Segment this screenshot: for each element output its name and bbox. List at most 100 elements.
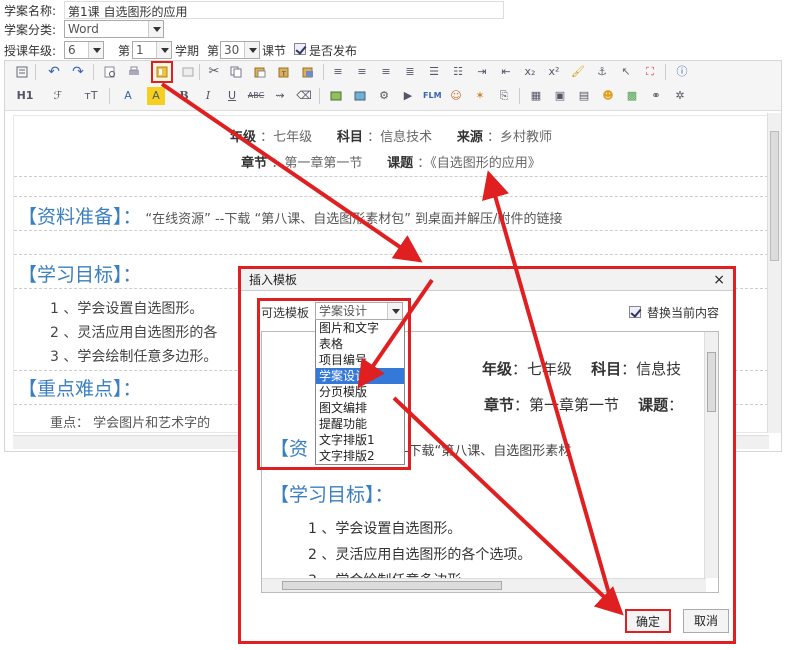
name-input[interactable]: 第1课 自选图形的应用: [64, 1, 504, 19]
select-all-icon[interactable]: ↖: [617, 63, 635, 81]
doc-grade-key: 年级: [229, 130, 256, 145]
cancel-button[interactable]: 取消: [683, 609, 729, 633]
highlight-button[interactable]: A: [147, 87, 165, 105]
bold-button[interactable]: B: [175, 87, 193, 105]
align-left-icon[interactable]: ≡: [329, 63, 347, 81]
source-code-icon[interactable]: [13, 63, 31, 81]
image-icon[interactable]: [327, 87, 345, 105]
close-icon[interactable]: ×: [713, 269, 725, 291]
paste-text-icon[interactable]: T: [275, 63, 293, 81]
paste-icon[interactable]: [251, 63, 269, 81]
format-brush-icon[interactable]: 🖌: [569, 63, 587, 81]
fullscreen-icon[interactable]: ⛶: [641, 63, 659, 81]
publish-checkbox[interactable]: [294, 43, 306, 55]
cut-icon[interactable]: ✂: [205, 63, 223, 81]
align-right-icon[interactable]: ≡: [377, 63, 395, 81]
code-icon[interactable]: [179, 63, 197, 81]
subscript-icon[interactable]: x₂: [521, 63, 539, 81]
preview-topic-key: 课题: [638, 396, 669, 414]
preview-vertical-scrollbar[interactable]: [704, 332, 718, 578]
preview-subject-val: ：信息技: [621, 360, 682, 378]
smiley-icon[interactable]: ☻: [599, 87, 617, 105]
indent-icon[interactable]: ⇥: [473, 63, 491, 81]
toolbar-row-2: H1 ℱ тT A A B I U ABC ⇝ ⌫ ⚙ ▶ FLM ☺ ✶ ⎘ …: [9, 85, 779, 107]
preview-goal-heading: 【学习目标】：: [270, 484, 394, 506]
insert-template-icon[interactable]: [151, 61, 173, 83]
scrawl-icon[interactable]: ✶: [471, 87, 489, 105]
chevron-down-icon: [148, 21, 163, 37]
category-row: 学案分类:: [4, 19, 56, 39]
table-icon[interactable]: ▦: [527, 87, 545, 105]
special-char-icon[interactable]: ▤: [575, 87, 593, 105]
lesson-select[interactable]: 30: [220, 41, 260, 59]
doc-goal-heading: 【学习目标】：: [18, 264, 142, 286]
template-option[interactable]: 项目编号: [316, 352, 404, 368]
align-center-icon[interactable]: ≡: [353, 63, 371, 81]
dialog-title: 插入模板: [249, 273, 298, 287]
doc-source-key: 来源: [456, 130, 483, 145]
template-option[interactable]: 文字排版1: [316, 432, 404, 448]
video-icon[interactable]: ▶: [399, 87, 417, 105]
print-icon[interactable]: [125, 63, 143, 81]
redo-icon[interactable]: ↷: [69, 63, 87, 81]
confirm-button[interactable]: 确定: [625, 609, 671, 633]
background-icon[interactable]: ▩: [623, 87, 641, 105]
italic-button[interactable]: I: [199, 87, 217, 105]
strikethrough-button[interactable]: ABC: [247, 87, 265, 105]
chevron-down-icon: [387, 303, 402, 319]
attachment-icon[interactable]: ⎘: [495, 87, 513, 105]
ordered-list-icon[interactable]: ☰: [425, 63, 443, 81]
emotion-icon[interactable]: ☺: [447, 87, 465, 105]
lesson-suffix: 课节: [262, 44, 287, 58]
eraser-icon[interactable]: ⌫: [295, 87, 313, 105]
template-option[interactable]: 表格: [316, 336, 404, 352]
preview-horizontal-scrollbar[interactable]: [262, 578, 706, 592]
doc-chapter-key: 章节: [241, 156, 268, 171]
grade-select[interactable]: 6: [64, 41, 104, 59]
anchor-icon[interactable]: ⚓: [593, 63, 611, 81]
template-option[interactable]: 文字排版2: [316, 448, 404, 464]
template-option-selected[interactable]: 学案设计: [316, 368, 404, 384]
font-color-button[interactable]: A: [119, 87, 137, 105]
link-icon[interactable]: ⚭: [647, 87, 665, 105]
editor-vertical-scrollbar[interactable]: [767, 113, 781, 433]
paste-word-icon[interactable]: [299, 63, 317, 81]
category-select[interactable]: Word: [64, 20, 164, 38]
multi-image-icon[interactable]: [351, 87, 369, 105]
heading-button[interactable]: H1: [13, 87, 37, 105]
superscript-icon[interactable]: x²: [545, 63, 563, 81]
remove-format-icon[interactable]: ⇝: [271, 87, 289, 105]
chevron-down-icon: [88, 42, 103, 58]
textbox-icon[interactable]: ▣: [551, 87, 569, 105]
template-option[interactable]: 提醒功能: [316, 416, 404, 432]
preview-goal-1: 1 、学会设置自选图形。: [308, 521, 462, 537]
preview-icon[interactable]: [101, 63, 119, 81]
template-option[interactable]: 图文编排: [316, 400, 404, 416]
doc-subject-val: ：信息技术: [367, 130, 433, 145]
doc-goal-1: 1 、学会设置自选图形。: [50, 301, 204, 317]
outdent-icon[interactable]: ⇤: [497, 63, 515, 81]
font-size-button[interactable]: тT: [81, 87, 101, 105]
copy-icon[interactable]: [227, 63, 245, 81]
template-option[interactable]: 分页模版: [316, 384, 404, 400]
category-label: 学案分类:: [4, 22, 57, 37]
replace-content-checkbox[interactable]: [629, 306, 641, 318]
editor-toolbar: ↶ ↷ ✂ T ≡ ≡ ≡ ≣ ☰ ☷ ⇥ ⇤ x₂ x² 🖌 ⚓ ↖ ⛶ ⓘ …: [5, 61, 781, 111]
lesson-value: 30: [224, 43, 240, 57]
help-icon[interactable]: ⓘ: [673, 63, 691, 81]
insert-template-dialog: 插入模板 × 可选模板 学案设计 图片和文字 表格 项目编号 学案设计 分页模版…: [238, 266, 736, 644]
term-select[interactable]: 1: [132, 41, 172, 59]
doc-key-heading: 【重点难点】：: [18, 378, 142, 400]
template-selected-value: 学案设计: [319, 304, 368, 318]
font-family-button[interactable]: ℱ: [49, 87, 67, 105]
page-break-icon[interactable]: ✲: [671, 87, 689, 105]
undo-icon[interactable]: ↶: [45, 63, 63, 81]
align-justify-icon[interactable]: ≣: [401, 63, 419, 81]
preview-chapter-val: ：第一章第一节: [514, 396, 620, 414]
underline-button[interactable]: U: [223, 87, 241, 105]
template-select[interactable]: 学案设计: [315, 302, 403, 320]
map-icon[interactable]: ⚙: [375, 87, 393, 105]
unordered-list-icon[interactable]: ☷: [449, 63, 467, 81]
template-option[interactable]: 图片和文字: [316, 320, 404, 336]
flash-icon[interactable]: FLM: [423, 87, 442, 105]
